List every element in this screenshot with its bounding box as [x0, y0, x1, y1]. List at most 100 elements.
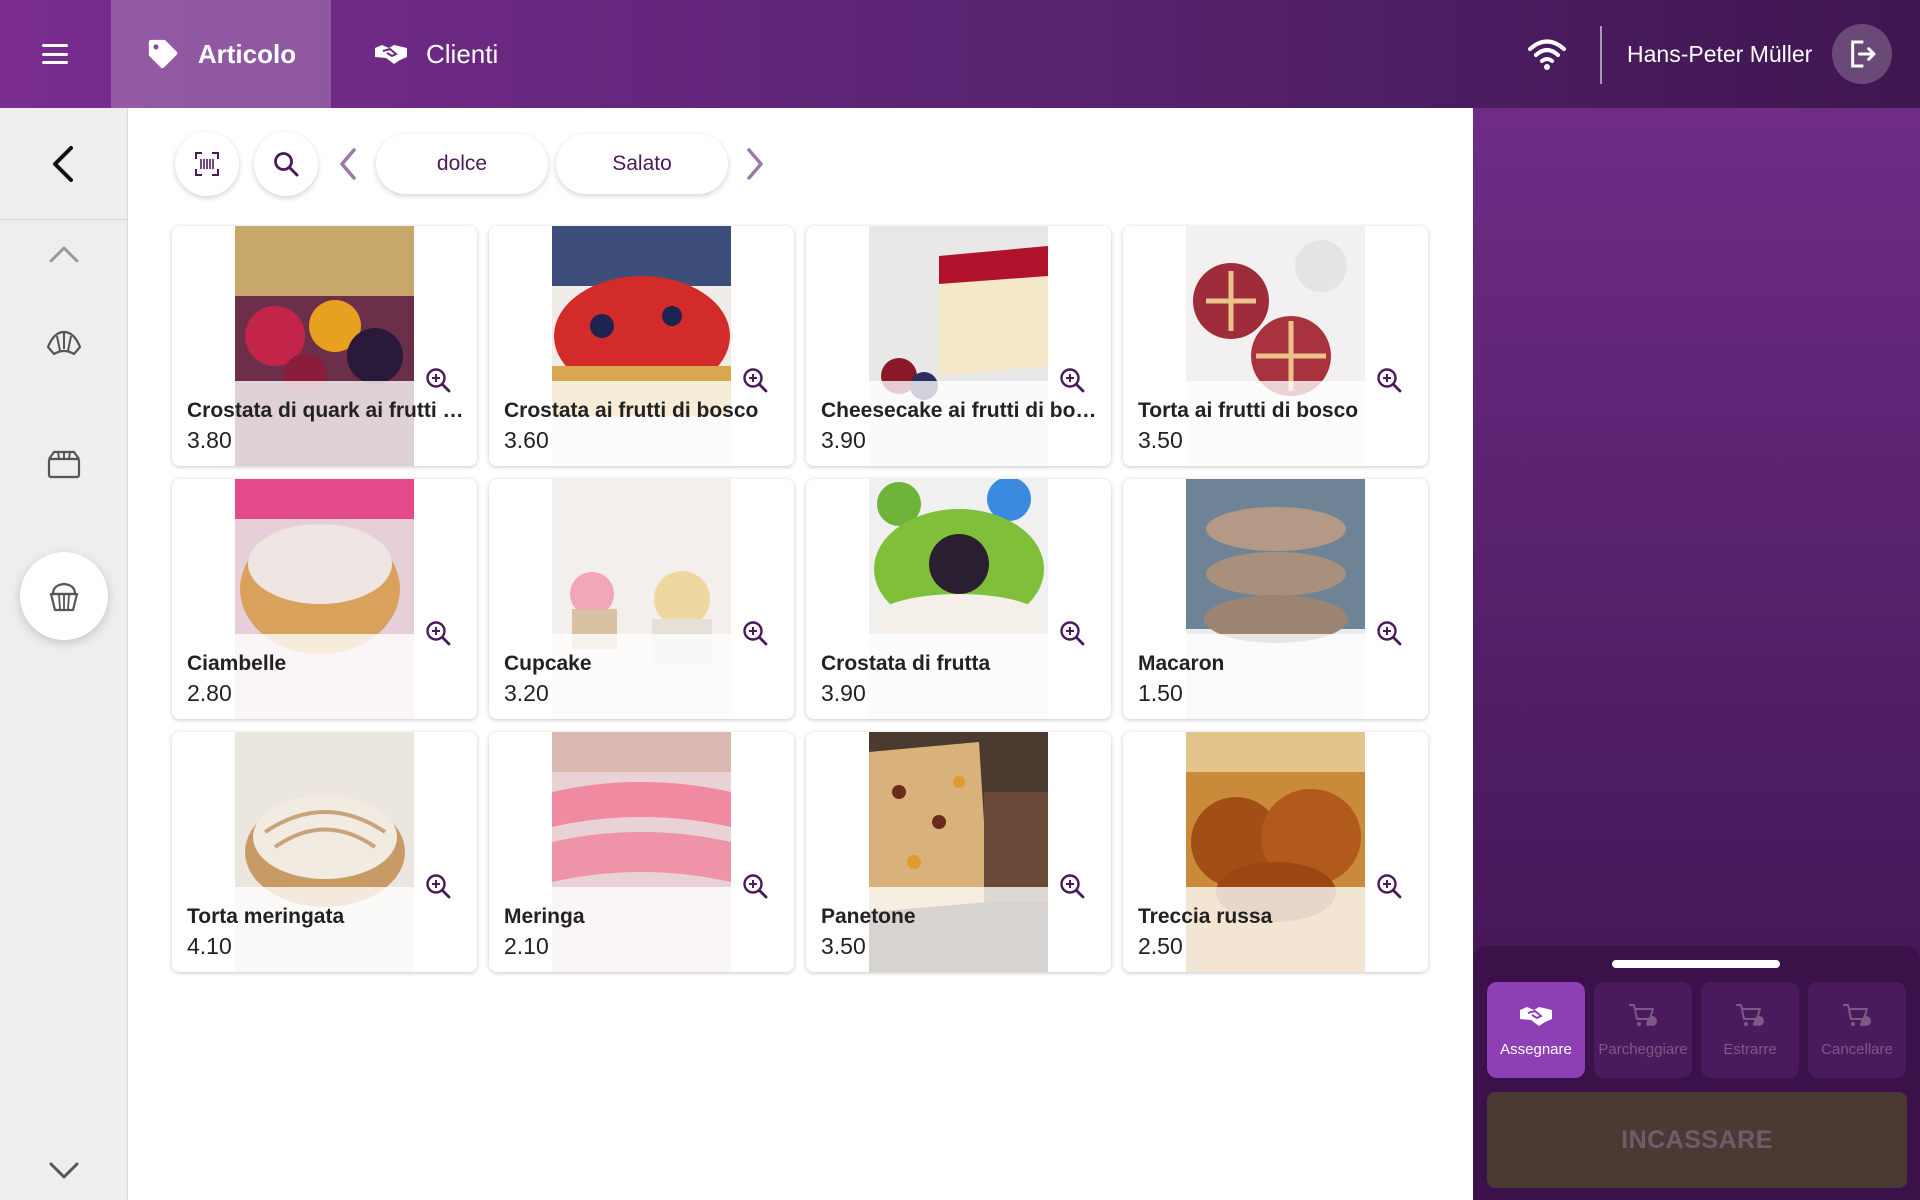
product-card[interactable]: Treccia russa 2.50	[1123, 732, 1428, 972]
category-sidebar	[0, 108, 128, 1200]
zoom-in-icon[interactable]	[1058, 619, 1086, 647]
park-label: Parcheggiare	[1598, 1040, 1688, 1058]
product-name: Crostata ai frutti di bosco	[504, 399, 759, 422]
back-button[interactable]	[0, 108, 128, 220]
checkout-button[interactable]: INCASSARE	[1487, 1092, 1907, 1188]
product-name: Cheesecake ai frutti di bosco	[821, 399, 1101, 422]
product-price: 2.10	[504, 933, 549, 959]
product-price: 2.80	[187, 680, 232, 706]
zoom-in-icon[interactable]	[741, 619, 769, 647]
zoom-in-icon[interactable]	[1375, 619, 1403, 647]
search-icon	[274, 152, 299, 177]
product-card[interactable]: Ciambelle 2.80	[172, 479, 477, 719]
product-price: 3.90	[821, 427, 866, 453]
chevron-down-icon	[49, 1162, 79, 1179]
logout-icon	[1851, 40, 1876, 68]
product-price: 1.50	[1138, 680, 1183, 706]
category-croissant[interactable]	[0, 314, 128, 374]
chevron-left-icon	[340, 148, 356, 180]
handshake-icon	[1520, 1006, 1552, 1026]
extract-label: Estrarre	[1723, 1040, 1777, 1058]
product-card[interactable]: Torta meringata 4.10	[172, 732, 477, 972]
product-price: 4.10	[187, 933, 232, 959]
product-name: Cupcake	[504, 652, 592, 675]
tab-articolo-label: Articolo	[197, 38, 297, 69]
product-price: 3.50	[1138, 427, 1183, 453]
zoom-in-icon[interactable]	[1058, 872, 1086, 900]
menu-button[interactable]	[0, 0, 110, 108]
chevron-up-icon	[49, 246, 79, 263]
product-price: 3.50	[821, 933, 866, 959]
cupcake-icon	[49, 582, 79, 612]
park-button[interactable]: Parcheggiare	[1594, 982, 1692, 1078]
cancel-label: Cancellare	[1821, 1040, 1893, 1058]
tab-articolo[interactable]: Articolo	[111, 0, 331, 108]
croissant-icon	[46, 330, 82, 356]
product-price: 3.80	[187, 427, 232, 453]
product-card[interactable]: Torta ai frutti di bosco 3.50	[1123, 226, 1428, 466]
product-price: 2.50	[1138, 933, 1183, 959]
zoom-in-icon[interactable]	[424, 619, 452, 647]
product-card[interactable]: Cheesecake ai frutti di bosco 3.90	[806, 226, 1111, 466]
tag-icon	[148, 39, 178, 69]
cart-remove-icon	[1843, 1003, 1871, 1026]
product-card[interactable]: Panetone 3.50	[806, 732, 1111, 972]
zoom-in-icon[interactable]	[1375, 366, 1403, 394]
product-card[interactable]: Meringa 2.10	[489, 732, 794, 972]
assign-label: Assegnare	[1500, 1040, 1572, 1058]
product-name: Ciambelle	[187, 652, 287, 675]
product-name: Panetone	[821, 905, 916, 928]
cancel-button[interactable]: Cancellare	[1808, 982, 1906, 1078]
filter-pill-salato[interactable]: Salato	[556, 134, 728, 194]
zoom-in-icon[interactable]	[741, 366, 769, 394]
barcode-scan-icon	[195, 152, 219, 176]
zoom-in-icon[interactable]	[1375, 872, 1403, 900]
chevron-right-icon	[747, 148, 763, 180]
cart-park-icon	[1629, 1003, 1657, 1026]
filter-next-button[interactable]	[740, 139, 770, 189]
chevron-left-icon	[53, 145, 73, 182]
zoom-in-icon[interactable]	[424, 872, 452, 900]
wifi-icon	[1528, 39, 1566, 70]
filter-pill-dolce[interactable]: dolce	[376, 134, 548, 194]
category-cake-box[interactable]	[0, 434, 128, 494]
product-name: Torta meringata	[187, 905, 345, 928]
assign-button[interactable]: Assegnare	[1487, 982, 1585, 1078]
product-card[interactable]: Crostata ai frutti di bosco 3.60	[489, 226, 794, 466]
cart-extract-icon	[1736, 1003, 1764, 1026]
hamburger-menu-icon	[42, 44, 68, 64]
sheet-drag-handle[interactable]	[1612, 960, 1780, 968]
sidebar-scroll-down[interactable]	[0, 1148, 128, 1192]
product-price: 3.20	[504, 680, 549, 706]
product-card[interactable]: Crostata di quark ai frutti di bosco 3.8…	[172, 226, 477, 466]
product-name: Torta ai frutti di bosco	[1138, 399, 1359, 422]
extract-button[interactable]: Estrarre	[1701, 982, 1799, 1078]
product-name: Crostata di frutta	[821, 652, 991, 675]
cake-box-icon	[47, 450, 81, 479]
zoom-in-icon[interactable]	[741, 872, 769, 900]
product-name: Meringa	[504, 905, 585, 928]
product-card[interactable]: Crostata di frutta 3.90	[806, 479, 1111, 719]
product-card[interactable]: Macaron 1.50	[1123, 479, 1428, 719]
category-cupcake[interactable]	[20, 552, 108, 640]
header-divider	[1600, 26, 1602, 84]
search-button[interactable]	[254, 132, 318, 196]
zoom-in-icon[interactable]	[424, 366, 452, 394]
logout-button[interactable]	[1832, 24, 1892, 84]
zoom-in-icon[interactable]	[1058, 366, 1086, 394]
top-bar: Articolo Clienti Hans-Peter Müller	[0, 0, 1920, 108]
product-card[interactable]: Cupcake 3.20	[489, 479, 794, 719]
filter-prev-button[interactable]	[333, 139, 363, 189]
user-name: Hans-Peter Müller	[1627, 41, 1813, 67]
product-price: 3.60	[504, 427, 549, 453]
product-name: Crostata di quark ai frutti di bosco	[187, 399, 467, 422]
handshake-icon	[375, 45, 407, 64]
product-price: 3.90	[821, 680, 866, 706]
product-name: Treccia russa	[1138, 905, 1273, 928]
cart-action-sheet: Assegnare Parcheggiare Estrarre Cancella…	[1473, 946, 1920, 1200]
barcode-scan-button[interactable]	[175, 132, 239, 196]
sidebar-scroll-up[interactable]	[0, 232, 128, 276]
product-name: Macaron	[1138, 652, 1225, 675]
tab-clienti[interactable]: Clienti	[374, 0, 498, 108]
tab-clienti-label: Clienti	[426, 38, 499, 69]
